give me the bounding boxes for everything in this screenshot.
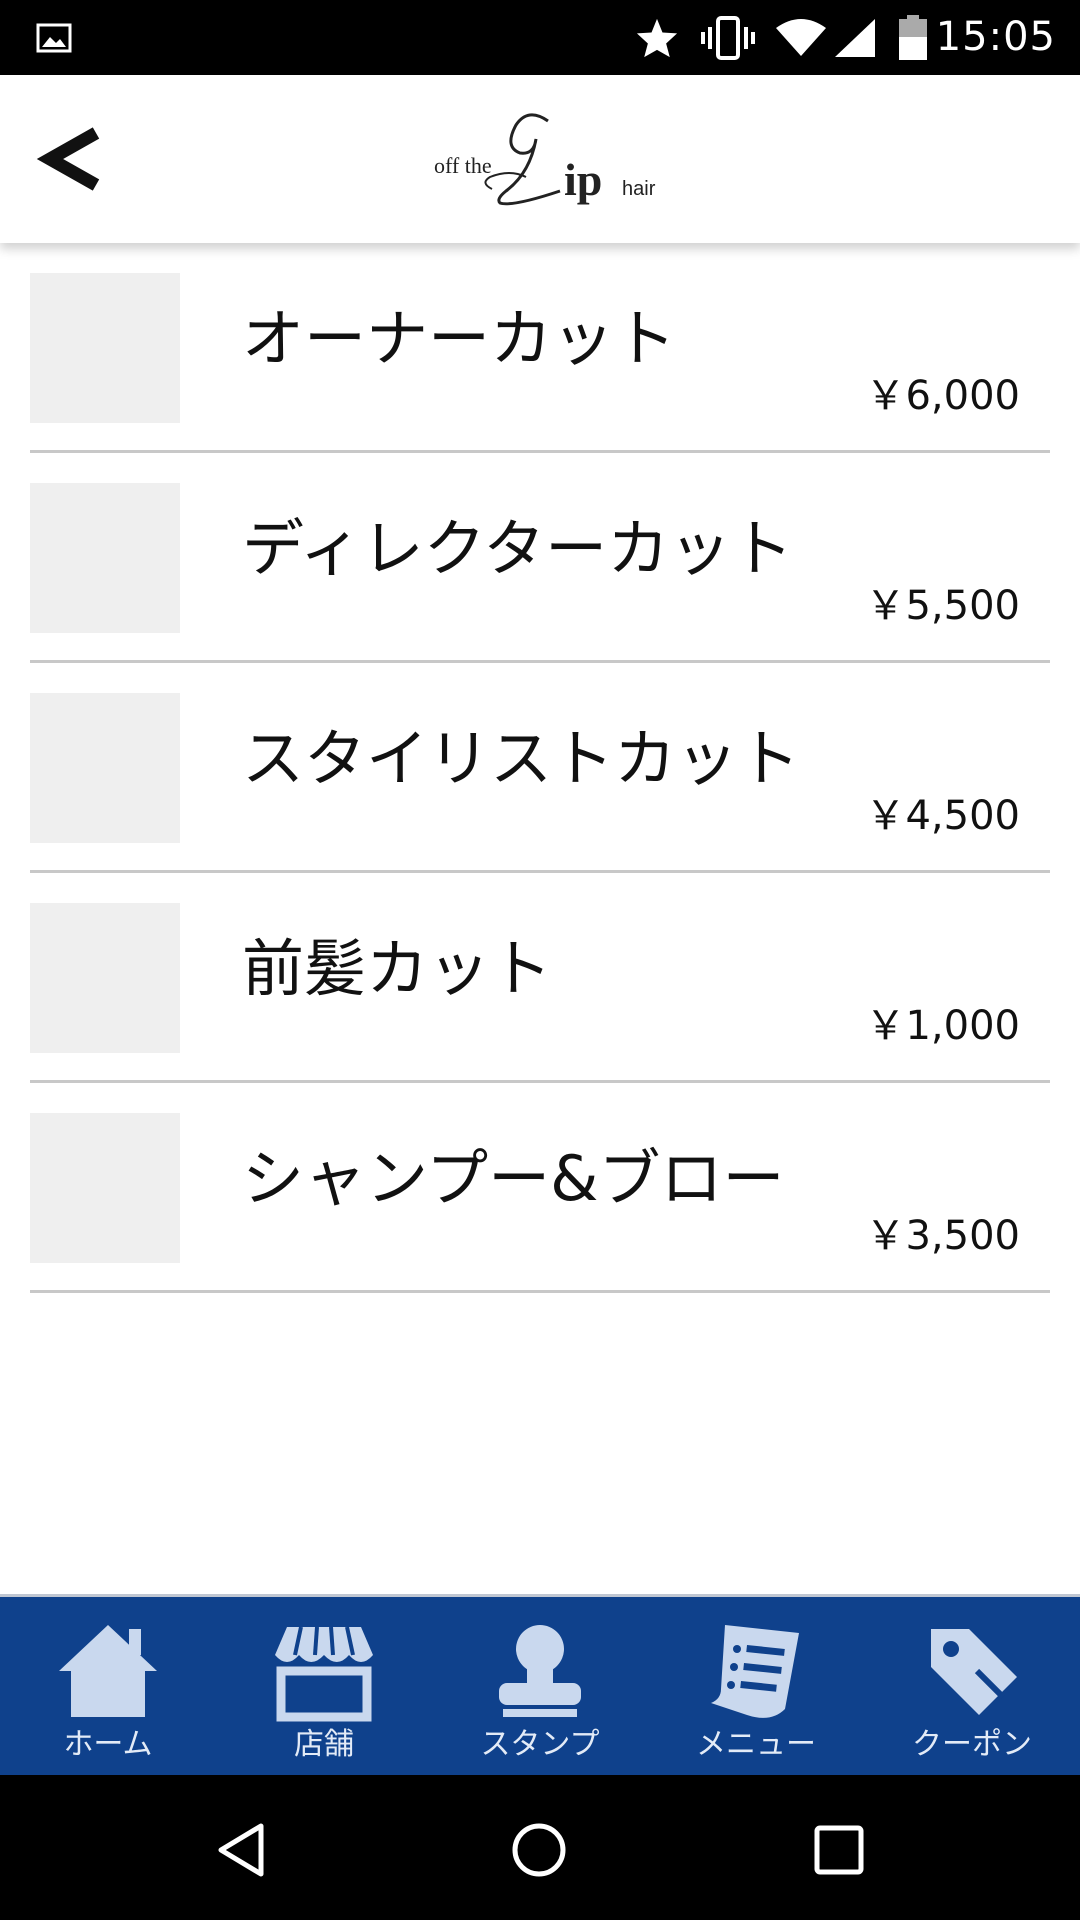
menu-item-price: ￥4,500 bbox=[865, 793, 1020, 839]
menu-item[interactable]: オーナーカット ￥6,000 bbox=[30, 243, 1050, 453]
stamp-icon bbox=[499, 1625, 581, 1717]
menu-item-price: ￥1,000 bbox=[865, 1003, 1020, 1049]
svg-text:ip: ip bbox=[564, 154, 602, 205]
tab-label: メニュー bbox=[696, 1727, 816, 1762]
menu-item-name: スタイリストカット bbox=[242, 722, 801, 795]
star-icon bbox=[632, 0, 682, 75]
circle-home-icon bbox=[512, 1823, 566, 1877]
menu-item[interactable]: ディレクターカット ￥5,500 bbox=[30, 453, 1050, 663]
chevron-left-icon bbox=[36, 127, 100, 191]
menu-item-thumbnail bbox=[30, 273, 180, 423]
menu-icon bbox=[711, 1625, 799, 1718]
tab-home[interactable]: ホーム bbox=[0, 1597, 216, 1775]
menu-item-price: ￥5,500 bbox=[865, 583, 1020, 629]
menu-item[interactable]: シャンプー&ブロー ￥3,500 bbox=[30, 1083, 1050, 1293]
tab-label: スタンプ bbox=[480, 1727, 600, 1762]
tab-stamp[interactable]: スタンプ bbox=[432, 1597, 648, 1775]
menu-item-name: シャンプー&ブロー bbox=[242, 1142, 785, 1215]
nav-home-button[interactable] bbox=[494, 1805, 584, 1895]
signal-icon bbox=[832, 0, 878, 75]
menu-item-thumbnail bbox=[30, 903, 180, 1053]
nav-recents-button[interactable] bbox=[794, 1805, 884, 1895]
app-header: off the ip hair bbox=[0, 75, 1080, 243]
menu-item-name: オーナーカット bbox=[242, 302, 677, 375]
wifi-icon bbox=[774, 0, 828, 75]
system-nav-bar bbox=[0, 1775, 1080, 1920]
triangle-back-icon bbox=[218, 1823, 264, 1877]
square-recents-icon bbox=[814, 1825, 864, 1875]
status-time: 15:05 bbox=[935, 14, 1056, 60]
brand-logo: off the ip hair bbox=[430, 103, 670, 215]
menu-item-thumbnail bbox=[30, 1113, 180, 1263]
nav-back-button[interactable] bbox=[196, 1805, 286, 1895]
menu-item-thumbnail bbox=[30, 693, 180, 843]
back-button[interactable] bbox=[26, 117, 116, 201]
tab-label: ホーム bbox=[63, 1727, 153, 1762]
battery-icon bbox=[896, 0, 930, 75]
menu-item-name: ディレクターカット bbox=[242, 512, 794, 585]
tab-menu[interactable]: メニュー bbox=[648, 1597, 864, 1775]
menu-item-name: 前髪カット bbox=[242, 932, 553, 1005]
tab-label: 店舗 bbox=[294, 1727, 354, 1762]
tab-coupon[interactable]: クーポン bbox=[864, 1597, 1080, 1775]
tab-label: クーポン bbox=[912, 1727, 1032, 1762]
menu-item-thumbnail bbox=[30, 483, 180, 633]
status-bar: 15:05 bbox=[0, 0, 1080, 75]
vibrate-icon bbox=[698, 0, 758, 75]
bottom-tab-bar: ホーム 店舗 スタンプ メニュー クーポン bbox=[0, 1594, 1080, 1775]
svg-text:off the: off the bbox=[434, 153, 492, 178]
menu-item-price: ￥3,500 bbox=[865, 1213, 1020, 1259]
image-icon bbox=[34, 0, 74, 75]
menu-item[interactable]: スタイリストカット ￥4,500 bbox=[30, 663, 1050, 873]
store-icon bbox=[275, 1626, 373, 1722]
menu-item[interactable]: 前髪カット ￥1,000 bbox=[30, 873, 1050, 1083]
home-icon bbox=[59, 1625, 157, 1717]
menu-item-price: ￥6,000 bbox=[865, 373, 1020, 419]
coupon-icon bbox=[931, 1629, 1017, 1715]
tab-store[interactable]: 店舗 bbox=[216, 1597, 432, 1775]
svg-text:hair: hair bbox=[622, 178, 656, 200]
